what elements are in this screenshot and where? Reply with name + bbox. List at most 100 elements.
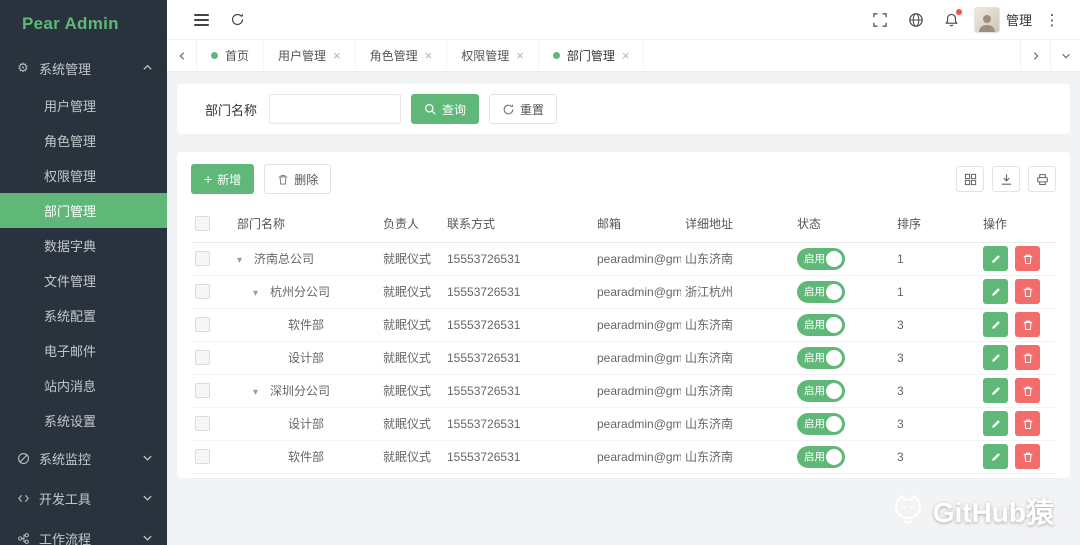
owner-cell: 就眠仪式 [379, 242, 443, 276]
main-area: 管理 ⋮ 首页 用户管理 × 角色管理 × 权限管理 × 部门管理 × 部门名称… [167, 0, 1080, 545]
status-toggle[interactable]: 启用 [797, 313, 845, 336]
sidebar-item-sys-settings[interactable]: 系统设置 [0, 403, 167, 438]
tab-perm-manage[interactable]: 权限管理 × [447, 40, 539, 71]
trash-icon [1023, 287, 1032, 297]
sidebar-item-role-manage[interactable]: 角色管理 [0, 123, 167, 158]
edit-button[interactable] [983, 312, 1008, 337]
add-button[interactable]: + 新增 [191, 164, 255, 194]
owner-cell: 就眠仪式 [379, 308, 443, 342]
edit-button[interactable] [983, 411, 1008, 436]
print-button[interactable] [1028, 166, 1056, 192]
row-delete-button[interactable] [1015, 246, 1040, 271]
row-checkbox[interactable] [195, 449, 210, 465]
row-delete-button[interactable] [1015, 378, 1040, 403]
status-toggle[interactable]: 启用 [797, 280, 845, 303]
tabs-menu-button[interactable] [1050, 40, 1080, 71]
row-delete-button[interactable] [1015, 279, 1040, 304]
edit-button[interactable] [983, 345, 1008, 370]
status-label: 启用 [804, 451, 825, 463]
row-checkbox[interactable] [195, 416, 210, 432]
search-field-label: 部门名称 [205, 102, 258, 118]
avatar[interactable] [973, 6, 1000, 33]
status-toggle[interactable]: 启用 [797, 412, 845, 435]
delete-button[interactable]: 删除 [264, 164, 332, 194]
collapse-caret-icon[interactable]: ▾ [253, 387, 264, 398]
sidebar-group-devtools[interactable]: 开发工具 [0, 478, 167, 518]
owner-cell: 就眠仪式 [379, 275, 443, 309]
tab-close-icon[interactable]: × [333, 49, 341, 62]
sort-cell: 3 [893, 374, 979, 408]
dept-name-input[interactable] [269, 94, 402, 124]
email-cell: pearadmin@gmai... [593, 242, 681, 276]
status-toggle[interactable]: 启用 [797, 247, 845, 270]
row-delete-button[interactable] [1015, 444, 1040, 469]
row-checkbox[interactable] [195, 350, 210, 366]
username-label[interactable]: 管理 [1006, 10, 1032, 29]
phone-cell: 15553726531 [443, 275, 593, 309]
collapse-caret-icon[interactable]: ▾ [253, 288, 264, 299]
tab-user-manage[interactable]: 用户管理 × [264, 40, 356, 71]
row-checkbox[interactable] [195, 251, 210, 267]
fullscreen-icon [873, 12, 887, 27]
sidebar-item-data-dict[interactable]: 数据字典 [0, 228, 167, 263]
table-row: 设计部 就眠仪式 15553726531 pearadmin@gmai... 山… [191, 341, 1056, 375]
more-menu-button[interactable]: ⋮ [1034, 0, 1070, 40]
row-delete-button[interactable] [1015, 312, 1040, 337]
row-checkbox[interactable] [195, 383, 210, 399]
query-button[interactable]: 查询 [411, 94, 480, 124]
tab-close-icon[interactable]: × [516, 49, 524, 62]
sidebar-item-user-manage[interactable]: 用户管理 [0, 88, 167, 123]
select-all-checkbox[interactable] [195, 216, 210, 232]
sidebar-group-label: 系统监控 [39, 451, 92, 467]
fullscreen-button[interactable] [862, 0, 898, 40]
toggle-knob [826, 349, 842, 366]
chevron-up-icon [142, 61, 153, 76]
sidebar-item-perm-manage[interactable]: 权限管理 [0, 158, 167, 193]
edit-button[interactable] [983, 378, 1008, 403]
export-button[interactable] [992, 166, 1020, 192]
tabs-scroll-right-button[interactable] [1020, 40, 1050, 71]
grid-icon [964, 173, 976, 185]
edit-button[interactable] [983, 246, 1008, 271]
row-checkbox[interactable] [195, 284, 210, 300]
phone-cell: 15553726531 [443, 308, 593, 342]
sidebar-item-site-message[interactable]: 站内消息 [0, 368, 167, 403]
address-cell: 浙江杭州 [681, 275, 793, 309]
sidebar-group-workflow[interactable]: 工作流程 [0, 518, 167, 545]
refresh-button[interactable] [219, 0, 255, 40]
reset-button[interactable]: 重置 [489, 94, 558, 124]
phone-cell: 15553726531 [443, 242, 593, 276]
status-toggle[interactable]: 启用 [797, 346, 845, 369]
collapse-sidebar-button[interactable] [183, 0, 219, 40]
tab-dept-manage[interactable]: 部门管理 × [539, 40, 645, 71]
sidebar-item-file-manage[interactable]: 文件管理 [0, 263, 167, 298]
tab-close-icon[interactable]: × [425, 49, 433, 62]
status-toggle[interactable]: 启用 [797, 445, 845, 468]
sidebar-group-system[interactable]: ⚙ 系统管理 [0, 48, 167, 88]
tab-home[interactable]: 首页 [197, 40, 265, 71]
sidebar-group-monitor[interactable]: 系统监控 [0, 438, 167, 478]
kebab-icon: ⋮ [1044, 11, 1060, 29]
sidebar-item-email[interactable]: 电子邮件 [0, 333, 167, 368]
edit-button[interactable] [983, 444, 1008, 469]
sidebar-group-label: 系统管理 [39, 61, 92, 77]
tabs-scroll-left-button[interactable] [167, 40, 197, 71]
language-button[interactable] [898, 0, 934, 40]
row-checkbox[interactable] [195, 317, 210, 333]
trash-icon [1023, 452, 1032, 462]
sidebar-item-sys-config[interactable]: 系统配置 [0, 298, 167, 333]
columns-filter-button[interactable] [956, 166, 984, 192]
edit-button[interactable] [983, 279, 1008, 304]
tab-close-icon[interactable]: × [622, 49, 630, 62]
tab-role-manage[interactable]: 角色管理 × [356, 40, 448, 71]
notifications-button[interactable] [934, 0, 970, 40]
status-label: 启用 [804, 286, 825, 298]
row-delete-button[interactable] [1015, 345, 1040, 370]
table-toolbar: + 新增 删除 [191, 164, 1056, 194]
status-toggle[interactable]: 启用 [797, 379, 845, 402]
sidebar-item-label: 系统设置 [44, 414, 97, 429]
collapse-caret-icon[interactable]: ▾ [237, 255, 248, 266]
row-delete-button[interactable] [1015, 411, 1040, 436]
sidebar-item-dept-manage[interactable]: 部门管理 [0, 193, 167, 228]
email-cell: pearadmin@gmai... [593, 308, 681, 342]
